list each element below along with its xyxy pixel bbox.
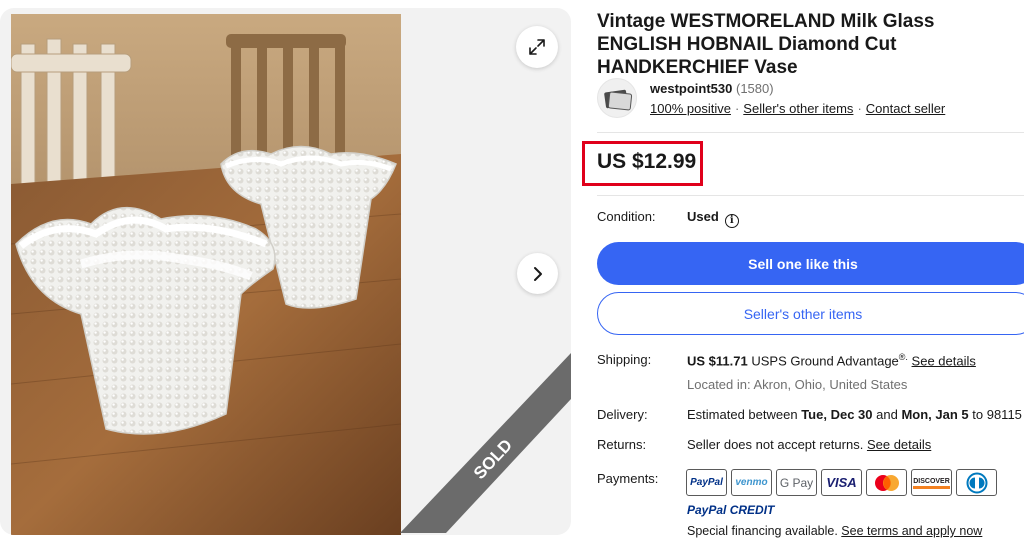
shipping-service: USPS Ground Advantage — [751, 353, 899, 369]
sellers-other-items-button[interactable]: Seller's other items — [597, 292, 1024, 335]
returns-text: Seller does not accept returns. — [687, 437, 864, 452]
condition-label: Condition: — [597, 209, 656, 224]
venmo-badge: venmo — [731, 469, 772, 496]
item-price: US $12.99 — [597, 150, 697, 173]
shipping-value-line: US $11.71 USPS Ground Advantage®. See de… — [687, 352, 976, 368]
paypal-credit-paypal: PayPal — [687, 503, 727, 517]
expand-icon — [529, 39, 545, 55]
returns-label: Returns: — [597, 437, 647, 452]
paypal-badge: PayPal — [686, 469, 727, 496]
seller-name-line: westpoint530 (1580) — [650, 81, 774, 96]
seller-avatar-image — [604, 89, 633, 111]
paypal-credit-credit: CREDIT — [729, 503, 775, 517]
contact-seller-link[interactable]: Contact seller — [866, 101, 945, 116]
financing-terms-link[interactable]: See terms and apply now — [841, 524, 982, 538]
seller-links: 100% positive · Seller's other items · Conta… — [650, 101, 945, 116]
payment-methods: PayPal venmo G Pay VISA DISCOVER — [686, 469, 997, 496]
venmo-logo-text: venmo — [735, 477, 768, 488]
google-pay-badge: G Pay — [776, 469, 817, 496]
condition-value-line: Used i — [687, 209, 739, 228]
payments-label: Payments: — [597, 471, 659, 486]
discover-badge: DISCOVER — [911, 469, 952, 496]
divider — [597, 132, 1024, 133]
chevron-right-icon — [533, 266, 542, 281]
delivery-prefix: Estimated between — [687, 407, 798, 422]
diners-club-badge — [956, 469, 997, 496]
discover-logo-text: DISCOVER — [913, 477, 950, 489]
financing-text: Special financing available. — [687, 524, 838, 538]
next-image-button[interactable] — [517, 253, 558, 294]
sell-one-like-this-button[interactable]: Sell one like this — [597, 242, 1024, 285]
info-icon[interactable]: i — [724, 213, 739, 228]
mastercard-badge — [866, 469, 907, 496]
seller-info: westpoint530 (1580) 100% positive · Seller… — [597, 78, 1024, 122]
delivery-label: Delivery: — [597, 407, 648, 422]
diners-club-logo — [966, 472, 987, 493]
delivery-date-start: Tue, Dec 30 — [801, 407, 873, 422]
seller-other-items-link[interactable]: Seller's other items — [743, 101, 853, 116]
shipping-cost: US $11.71 — [687, 353, 748, 369]
item-location: Located in: Akron, Ohio, United States — [687, 377, 908, 392]
delivery-zip: to 98115 — [972, 407, 1022, 422]
seller-avatar[interactable] — [597, 78, 637, 118]
delivery-and: and — [876, 407, 898, 422]
visa-logo-text: VISA — [826, 475, 857, 490]
expand-image-button[interactable] — [516, 26, 558, 68]
separator-dot: · — [734, 101, 740, 116]
returns-see-details-link[interactable]: See details — [867, 437, 931, 452]
visa-badge: VISA — [821, 469, 862, 496]
financing-line: Special financing available. See terms a… — [687, 524, 982, 538]
delivery-date-end: Mon, Jan 5 — [901, 407, 969, 422]
product-photo-illustration — [11, 14, 401, 535]
registered-mark: ®. — [898, 352, 908, 362]
image-gallery — [0, 8, 571, 535]
delivery-value-line: Estimated between Tue, Dec 30 and Mon, J… — [687, 407, 1024, 426]
seller-feedback-count: (1580) — [735, 81, 774, 96]
positive-feedback-link[interactable]: 100% positive — [650, 101, 731, 116]
paypal-logo-text: PayPal — [690, 477, 723, 488]
returns-value-line: Seller does not accept returns. See deta… — [687, 437, 931, 452]
mastercard-logo — [874, 474, 899, 491]
item-title: Vintage WESTMORELAND Milk Glass ENGLISH … — [597, 11, 935, 78]
divider — [597, 195, 1024, 196]
shipping-label: Shipping: — [597, 352, 652, 367]
seller-username[interactable]: westpoint530 — [650, 81, 732, 96]
shipping-see-details-link[interactable]: See details — [912, 353, 976, 368]
product-photo[interactable] — [11, 14, 401, 535]
separator-dot: · — [857, 101, 862, 116]
condition-value: Used — [687, 209, 719, 224]
google-pay-logo-text: G Pay — [779, 475, 814, 490]
paypal-credit-logo: PayPal CREDIT — [687, 503, 774, 517]
